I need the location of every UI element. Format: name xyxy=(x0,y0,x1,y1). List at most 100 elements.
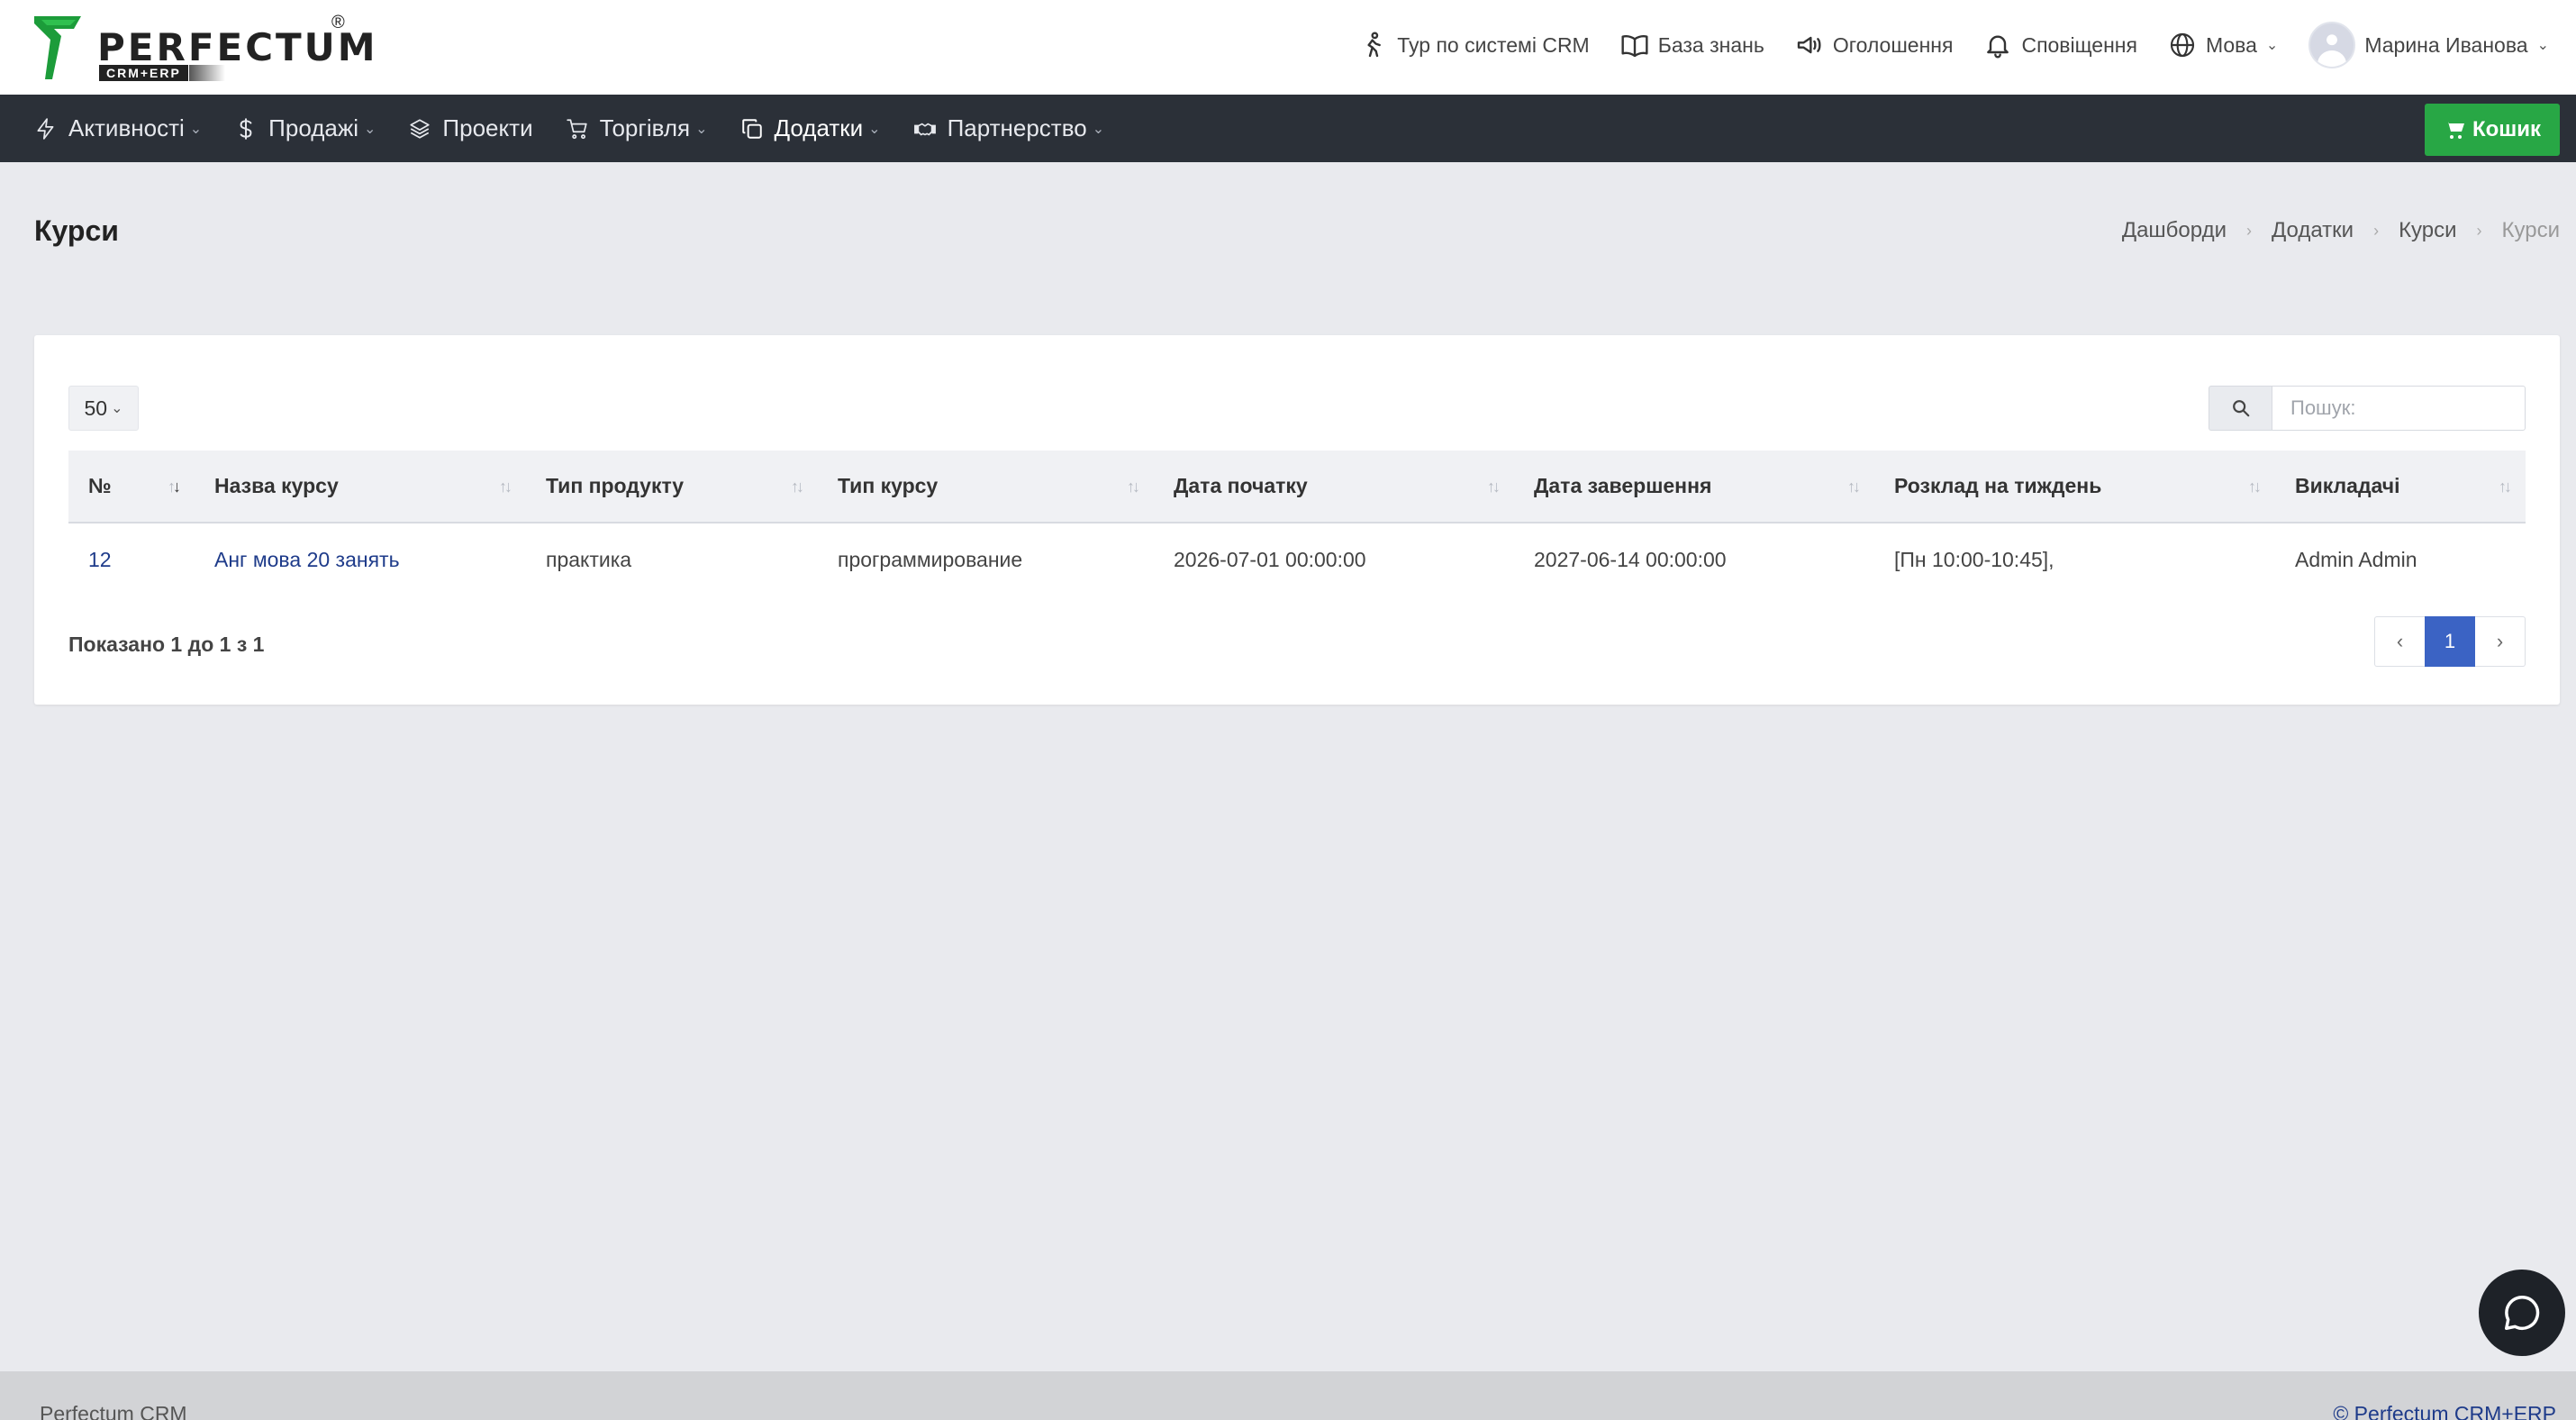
knowledge-base-label: База знань xyxy=(1657,32,1764,57)
cart-icon xyxy=(566,118,587,139)
nav-item-projects[interactable]: Проекти xyxy=(408,114,533,142)
notifications-label: Сповіщення xyxy=(2021,32,2137,57)
nav-item-label: Продажі xyxy=(268,114,359,141)
nav-item-sales[interactable]: Продажі ⌄ xyxy=(234,114,376,142)
search-box xyxy=(2209,386,2526,431)
chevron-down-icon: ⌄ xyxy=(2536,38,2549,53)
announcements-link[interactable]: Оголошення xyxy=(1795,31,1953,59)
nav-item-label: Партнерство xyxy=(947,114,1087,141)
pagination-next-button[interactable]: › xyxy=(2475,616,2526,667)
cart-button[interactable]: Кошик xyxy=(2425,104,2560,156)
knowledge-base-link[interactable]: База знань xyxy=(1620,31,1764,59)
column-header-label: Розклад на тиждень xyxy=(1894,474,2102,497)
cell-teachers: Admin Admin xyxy=(2295,548,2417,571)
column-header-course-type[interactable]: Тип курсу ↑↓ xyxy=(818,451,1154,523)
search-button[interactable] xyxy=(2209,386,2272,431)
chevron-right-icon: › xyxy=(2496,630,2504,652)
column-header-label: Тип курсу xyxy=(838,474,939,497)
crm-tour-label: Тур по системі CRM xyxy=(1397,32,1590,57)
breadcrumb-item-addons[interactable]: Додатки xyxy=(2272,218,2354,243)
cart-icon xyxy=(2444,122,2464,139)
chevron-down-icon: ⌄ xyxy=(868,121,881,137)
chevron-down-icon: ⌄ xyxy=(1092,121,1105,137)
column-header-course-name[interactable]: Назва курсу ↑↓ xyxy=(195,451,526,523)
language-dropdown[interactable]: Мова ⌄ xyxy=(2168,31,2278,59)
search-input[interactable] xyxy=(2272,386,2526,431)
nav-item-label: Проекти xyxy=(442,114,533,141)
brand-logo[interactable]: PERFECTUM ® CRM+ERP xyxy=(34,13,376,81)
column-header-label: Викладачі xyxy=(2295,474,2400,497)
sort-icon: ↑↓ xyxy=(791,478,804,496)
main-navigation: Активності ⌄ Продажі ⌄ Проекти Торгівля … xyxy=(0,95,2576,162)
crm-tour-link[interactable]: Тур по системі CRM xyxy=(1359,31,1590,59)
chevron-down-icon: ⌄ xyxy=(364,121,376,137)
book-icon xyxy=(1621,34,1648,58)
footer-left-text: Perfectum CRM xyxy=(40,1402,187,1420)
nav-item-label: Активності xyxy=(68,114,185,141)
footer-copyright-link[interactable]: © Perfectum CRM+ERP xyxy=(2333,1402,2556,1420)
breadcrumb-item-dashboards[interactable]: Дашборди xyxy=(2122,218,2227,243)
sort-icon: ↑↓ xyxy=(2248,478,2262,496)
column-header-label: Тип продукту xyxy=(546,474,685,497)
nav-item-trade[interactable]: Торгівля ⌄ xyxy=(566,114,708,142)
column-header-product-type[interactable]: Тип продукту ↑↓ xyxy=(526,451,818,523)
user-name: Марина Иванова xyxy=(2364,32,2528,57)
top-header: PERFECTUM ® CRM+ERP Тур по системі CRM Б… xyxy=(0,0,2576,95)
chevron-left-icon: ‹ xyxy=(2396,630,2404,652)
cell-number[interactable]: 12 xyxy=(68,523,195,596)
breadcrumb-item-courses[interactable]: Курси xyxy=(2399,218,2456,243)
column-header-label: Назва курсу xyxy=(214,474,339,497)
user-menu[interactable]: Марина Иванова ⌄ xyxy=(2308,22,2549,68)
nav-item-label: Торгівля xyxy=(599,114,691,141)
chevron-down-icon: ⌄ xyxy=(695,121,708,137)
cell-course-name[interactable]: Анг мова 20 занять xyxy=(195,523,526,596)
brand-sub: CRM+ERP xyxy=(99,65,188,81)
globe-icon xyxy=(2170,32,2195,58)
chevron-down-icon: ⌄ xyxy=(2265,38,2279,53)
pagination-page-button[interactable]: 1 xyxy=(2425,616,2475,667)
avatar xyxy=(2308,22,2356,68)
walking-person-icon xyxy=(1367,32,1382,58)
column-header-end-date[interactable]: Дата завершення ↑↓ xyxy=(1514,451,1874,523)
brand-registered: ® xyxy=(331,13,345,32)
column-header-label: № xyxy=(88,474,112,497)
table-info: Показано 1 до 1 з 1 xyxy=(68,633,265,656)
sort-icon: ↑↓ xyxy=(168,478,181,496)
copy-icon xyxy=(741,118,762,139)
chat-button[interactable] xyxy=(2479,1270,2565,1356)
dollar-icon xyxy=(240,117,252,140)
column-header-weekly-schedule[interactable]: Розклад на тиждень ↑↓ xyxy=(1874,451,2275,523)
breadcrumb-current: Курси xyxy=(2501,218,2560,242)
page-length-select[interactable]: 50 ⌄ xyxy=(68,386,139,431)
sort-icon: ↑↓ xyxy=(2499,478,2512,496)
handshake-icon xyxy=(913,123,936,135)
notifications-link[interactable]: Сповіщення xyxy=(1983,31,2137,59)
chevron-down-icon: ⌄ xyxy=(111,401,123,416)
chevron-right-icon: › xyxy=(2476,221,2482,240)
cell-end-date: 2027-06-14 00:00:00 xyxy=(1534,548,1727,571)
megaphone-icon xyxy=(1797,36,1821,54)
column-header-start-date[interactable]: Дата початку ↑↓ xyxy=(1154,451,1514,523)
pagination-prev-button[interactable]: ‹ xyxy=(2374,616,2425,667)
language-label: Мова xyxy=(2205,32,2257,57)
sort-icon: ↑↓ xyxy=(1127,478,1140,496)
sort-icon: ↑↓ xyxy=(499,478,512,496)
chevron-right-icon: › xyxy=(2245,221,2252,240)
cell-course-type: программирование xyxy=(838,548,1023,571)
nav-item-partnership[interactable]: Партнерство ⌄ xyxy=(913,114,1105,142)
nav-item-activities[interactable]: Активності ⌄ xyxy=(34,114,202,142)
pagination: ‹ 1 › xyxy=(2374,616,2526,667)
column-header-label: Дата початку xyxy=(1174,474,1308,497)
nav-item-addons[interactable]: Додатки ⌄ xyxy=(740,114,881,142)
search-icon xyxy=(2232,400,2249,417)
logo-mark-icon xyxy=(34,16,81,79)
cell-start-date: 2026-07-01 00:00:00 xyxy=(1174,548,1366,571)
sort-icon: ↑↓ xyxy=(1847,478,1861,496)
column-header-teachers[interactable]: Викладачі ↑↓ xyxy=(2275,451,2526,523)
courses-card: 50 ⌄ № ↑↓ Назва курсу ↑↓ Тип продукту ↑↓ Ти… xyxy=(34,335,2560,705)
chevron-down-icon: ⌄ xyxy=(189,121,203,137)
table-header-row: № ↑↓ Назва курсу ↑↓ Тип продукту ↑↓ Тип кур… xyxy=(68,451,2526,523)
column-header-number[interactable]: № ↑↓ xyxy=(68,451,195,523)
table-row: 12 Анг мова 20 занять практика программи… xyxy=(68,523,2526,596)
column-header-label: Дата завершення xyxy=(1534,474,1712,497)
